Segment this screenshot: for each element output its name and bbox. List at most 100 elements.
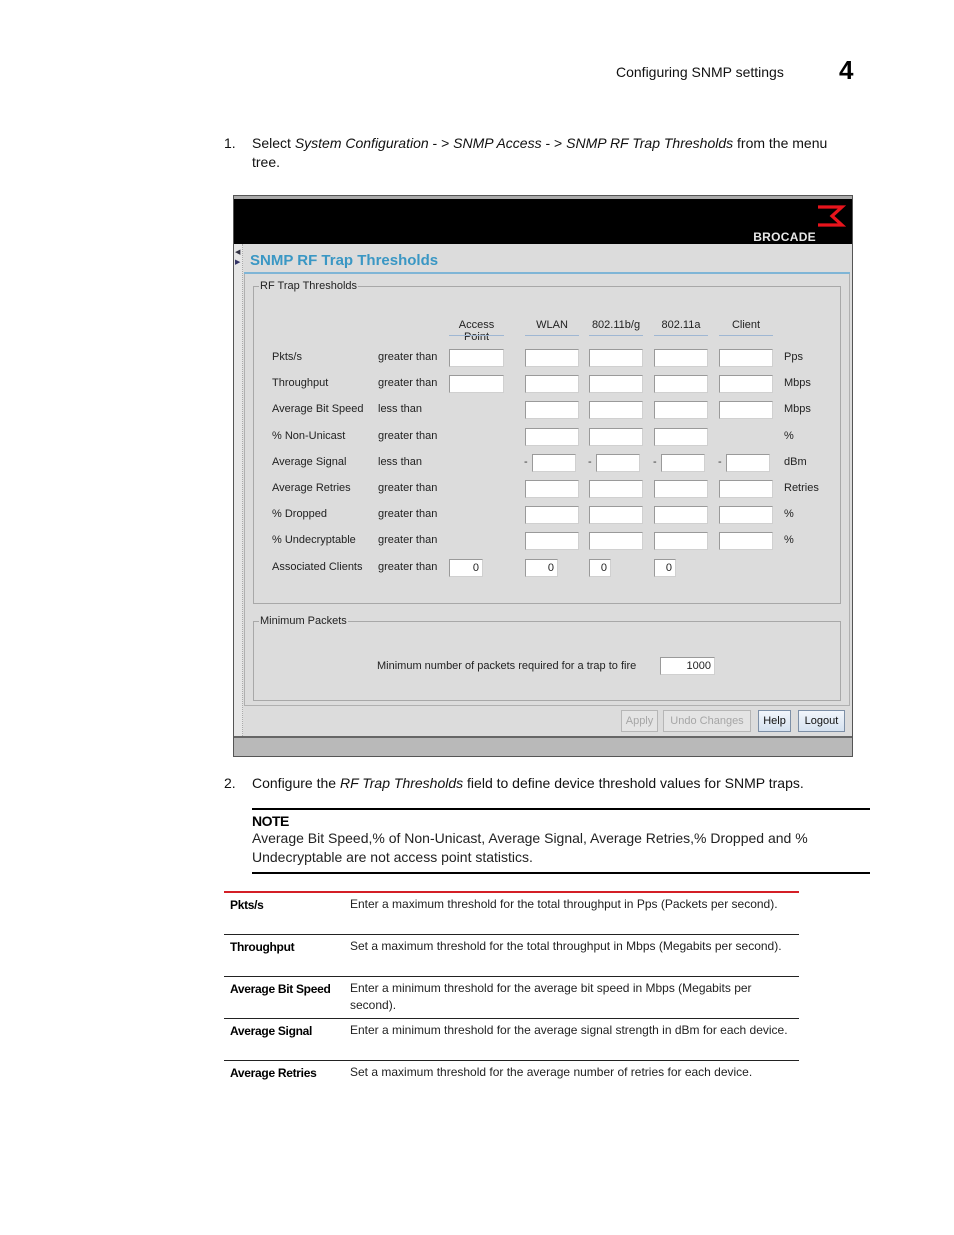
threshold-input[interactable] [726,453,770,472]
menu-path-snmp-access: SNMP Access [453,135,542,151]
step-text: Select System Configuration - > SNMP Acc… [252,134,827,153]
definition-row: Pkts/s Enter a maximum threshold for the … [224,893,799,935]
brocade-logo-icon [818,205,846,227]
threshold-input[interactable] [449,375,504,394]
step-text-post: field to define device threshold values … [463,775,804,791]
row-condition: greater than [378,508,438,521]
threshold-input[interactable] [525,375,579,394]
threshold-input[interactable] [719,506,773,525]
step-text-pre: Configure the [252,775,340,791]
apply-button[interactable]: Apply [621,710,658,732]
threshold-input[interactable] [532,453,576,472]
threshold-input[interactable] [589,349,643,367]
threshold-input[interactable]: 0 [449,558,483,577]
threshold-input[interactable] [654,375,708,394]
threshold-input[interactable] [719,401,773,420]
row-condition: less than [378,455,423,468]
unit-label: % [784,429,794,442]
threshold-input[interactable] [654,349,708,367]
row-condition: less than [378,403,423,416]
unit-label: Retries [784,482,819,494]
note-title: NOTE [252,813,289,829]
chapter-number: 4 [839,55,854,85]
minimum-packets-group: Minimum Packets Minimum number of packet… [253,615,841,701]
logout-button[interactable]: Logout [798,710,845,732]
threshold-input[interactable] [589,401,643,420]
threshold-input[interactable] [525,427,579,446]
row-label: Throughput [272,377,329,390]
threshold-input[interactable] [654,401,708,420]
column-header: Access Point [458,319,495,343]
threshold-input[interactable] [719,480,773,498]
row-label: Average Retries [272,482,351,494]
negative-sign: - [718,455,722,468]
row-label: Pkts/s [272,351,302,363]
help-button[interactable]: Help [758,710,791,732]
definition-description: Set a maximum threshold for the average … [350,1065,753,1079]
negative-sign: - [588,455,592,468]
threshold-input[interactable]: 0 [654,558,676,577]
threshold-input[interactable] [449,349,504,367]
column-header-underline [589,335,643,336]
unit-label: Pps [784,351,803,363]
undo-changes-button[interactable]: Undo Changes [663,710,751,732]
collapse-left-icon[interactable]: ◀ [235,248,240,256]
column-header-underline [449,335,504,336]
step-2: 2. Configure the RF Trap Thresholds fiel… [224,774,864,794]
column-header-underline [654,335,708,336]
note-body: Average Bit Speed,% of Non-Unicast, Aver… [252,830,808,865]
column-header-underline [525,335,579,336]
path-separator: - > [541,135,567,151]
unit-label: Mbps [784,377,811,390]
panel-content: RF Trap Thresholds Access Point WLAN 802.1… [244,274,850,706]
definition-row: Throughput Set a maximum threshold for th… [224,935,799,977]
definition-description: Enter a minimum threshold for the averag… [350,1023,788,1037]
threshold-input[interactable] [654,532,708,551]
threshold-input[interactable] [525,532,579,551]
threshold-input[interactable] [589,532,643,551]
threshold-input[interactable] [654,506,708,525]
threshold-input[interactable] [525,480,579,498]
panel-title: SNMP RF Trap Thresholds [250,252,439,269]
column-header: 802.11a [661,319,701,331]
threshold-input[interactable] [525,506,579,525]
threshold-input[interactable] [589,480,643,498]
definition-description: Enter a minimum threshold for the averag… [350,981,752,1012]
threshold-input[interactable] [661,453,705,472]
row-condition: greater than [378,429,438,442]
path-separator: - > [428,135,454,151]
threshold-input[interactable] [719,532,773,551]
step-1: 1. Select System Configuration - > SNMP … [224,134,864,174]
minimum-packets-input[interactable]: 1000 [660,657,715,675]
unit-label: % [784,534,794,547]
threshold-input[interactable] [596,453,640,472]
definition-description: Set a maximum threshold for the total th… [350,939,782,953]
step-text-post: from the menu [733,135,828,151]
threshold-input[interactable] [654,427,708,446]
threshold-input[interactable]: 0 [525,558,558,577]
threshold-input[interactable] [589,427,643,446]
row-label: Average Signal [272,455,347,468]
row-condition: greater than [378,351,438,363]
step-number: 2. [224,775,236,791]
threshold-input[interactable] [589,506,643,525]
threshold-input[interactable] [719,349,773,367]
row-condition: greater than [378,534,438,547]
expand-right-icon[interactable]: ▶ [235,258,240,266]
definition-row: Average Retries Set a maximum threshold f… [224,1061,799,1085]
threshold-input[interactable] [654,480,708,498]
app-screenshot: BROCADE ◀ ▶ SNMP RF Trap Thresholds RF T… [233,195,853,757]
step-number: 1. [224,135,236,151]
status-bar [234,736,852,756]
splitter-handle[interactable]: ◀ ▶ [234,244,243,736]
minimum-packets-label: Minimum number of packets required for a… [377,660,637,672]
threshold-input[interactable] [525,349,579,367]
threshold-input[interactable] [525,401,579,420]
column-header-underline [719,335,773,336]
threshold-input[interactable] [589,375,643,394]
negative-sign: - [524,455,528,468]
threshold-input[interactable]: 0 [589,558,611,577]
threshold-input[interactable] [719,375,773,394]
step-text-line2: tree. [252,154,281,170]
app-header-bar: BROCADE [234,196,852,244]
